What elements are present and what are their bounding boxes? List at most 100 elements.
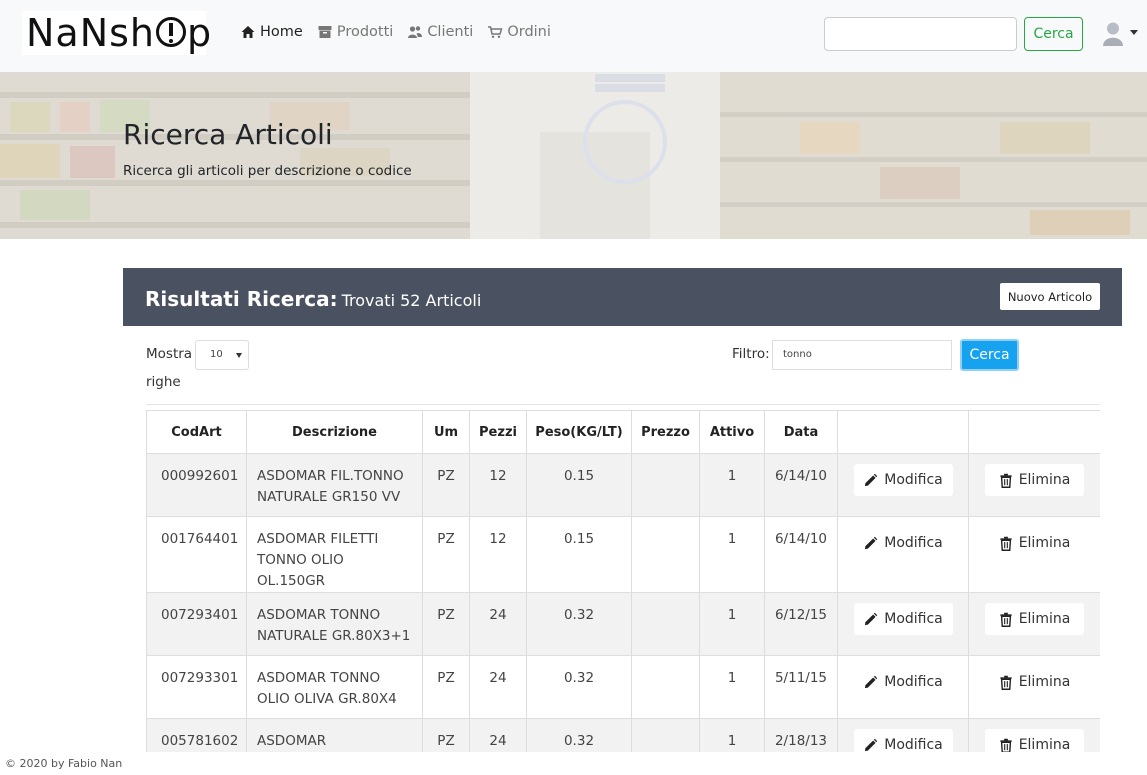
user-menu-caret-icon[interactable]	[1130, 30, 1138, 35]
hero-banner: Ricerca Articoli Ricerca gli articoli pe…	[0, 72, 1147, 239]
delete-button[interactable]: Elimina	[985, 464, 1084, 496]
edit-button-label: Modifica	[884, 673, 943, 690]
cell-peso: 0.32	[526, 718, 632, 752]
cell-pezzi: 12	[469, 453, 527, 517]
edit-button-label: Modifica	[884, 534, 943, 551]
cell-prezzo	[631, 718, 700, 752]
delete-button[interactable]: Elimina	[985, 527, 1084, 559]
cell-codart: 001764401	[146, 516, 247, 593]
results-header: Risultati Ricerca: Trovati 52 Articoli Nu…	[123, 268, 1122, 326]
cell-um: PZ	[422, 516, 470, 593]
filter-input[interactable]: tonno	[772, 340, 952, 370]
table-row: 007293401 ASDOMAR TONNO NATURALE GR.80X3+…	[146, 592, 1100, 656]
col-header-prezzo[interactable]: Prezzo	[631, 410, 700, 454]
users-icon	[408, 26, 423, 38]
cell-descrizione: ASDOMAR FIL.TONNO NATURALE GR150 VV	[246, 453, 423, 517]
delete-button[interactable]: Elimina	[985, 729, 1084, 752]
page-size-label: Mostra	[146, 346, 193, 362]
edit-button-label: Modifica	[884, 610, 943, 627]
cell-prezzo	[631, 453, 700, 517]
cell-delete: Elimina	[968, 516, 1100, 593]
trash-icon	[1000, 675, 1012, 690]
cell-pezzi: 24	[469, 592, 527, 656]
cell-attivo: 1	[699, 592, 765, 656]
articles-table: CodArt Descrizione Um Pezzi Peso(KG/LT) …	[146, 410, 1100, 752]
filter-search-button[interactable]: Cerca	[960, 339, 1019, 371]
cell-peso: 0.32	[526, 655, 632, 719]
main-nav: Home Prodotti Clienti Ordini	[240, 24, 551, 40]
nav-clienti[interactable]: Clienti	[407, 24, 473, 40]
page-size-select[interactable]: 10	[195, 340, 249, 370]
navbar: NaNsh p Home Prodotti Clienti Ordini Cerc…	[0, 0, 1147, 72]
pencil-icon	[865, 473, 878, 486]
cell-delete: Elimina	[968, 592, 1100, 656]
cell-attivo: 1	[699, 718, 765, 752]
logo-exclamation-icon	[156, 17, 187, 47]
edit-button[interactable]: Modifica	[853, 729, 953, 752]
results-title-label: Risultati Ricerca:	[145, 287, 338, 311]
cell-peso: 0.15	[526, 453, 632, 517]
cell-data: 6/14/10	[764, 453, 838, 517]
col-header-pezzi[interactable]: Pezzi	[469, 410, 527, 454]
nav-ordini[interactable]: Ordini	[487, 24, 551, 40]
delete-button-label: Elimina	[1018, 610, 1071, 627]
col-header-attivo[interactable]: Attivo	[699, 410, 765, 454]
col-header-peso[interactable]: Peso(KG/LT)	[526, 410, 632, 454]
edit-button[interactable]: Modifica	[853, 603, 953, 635]
cell-attivo: 1	[699, 655, 765, 719]
nav-home[interactable]: Home	[240, 24, 303, 40]
page-size-value: 10	[210, 349, 223, 360]
cell-um: PZ	[422, 453, 470, 517]
trash-icon	[1000, 473, 1012, 488]
navbar-search-input[interactable]	[824, 17, 1017, 51]
page-subtitle: Ricerca gli articoli per descrizione o c…	[123, 163, 412, 179]
results-title: Risultati Ricerca: Trovati 52 Articoli	[145, 287, 481, 311]
nav-clienti-label: Clienti	[427, 24, 474, 40]
cell-descrizione: ASDOMAR TONNO NATURALE GR.80X3+1	[246, 592, 423, 656]
delete-button-label: Elimina	[1018, 534, 1071, 551]
col-header-um[interactable]: Um	[422, 410, 470, 454]
cell-um: PZ	[422, 718, 470, 752]
cell-data: 6/14/10	[764, 516, 838, 593]
edit-button[interactable]: Modifica	[853, 527, 953, 559]
cell-um: PZ	[422, 592, 470, 656]
col-header-edit	[837, 410, 969, 454]
rows-label: righe	[146, 374, 181, 390]
pencil-icon	[865, 675, 878, 688]
cell-edit: Modifica	[837, 655, 969, 719]
new-article-button[interactable]: Nuovo Articolo	[1000, 283, 1100, 310]
nav-prodotti[interactable]: Prodotti	[317, 24, 393, 40]
user-avatar-icon[interactable]	[1102, 21, 1124, 47]
cell-data: 5/11/15	[764, 655, 838, 719]
trash-icon	[1000, 536, 1012, 551]
divider	[146, 404, 1100, 405]
cell-prezzo	[631, 655, 700, 719]
pencil-icon	[865, 536, 878, 549]
cell-codart: 005781602	[146, 718, 247, 752]
delete-button[interactable]: Elimina	[985, 666, 1084, 698]
cell-edit: Modifica	[837, 516, 969, 593]
delete-button[interactable]: Elimina	[985, 603, 1084, 635]
col-header-data[interactable]: Data	[764, 410, 838, 454]
col-header-delete	[968, 410, 1100, 454]
cell-edit: Modifica	[837, 592, 969, 656]
cell-peso: 0.15	[526, 516, 632, 593]
table-row: 007293301 ASDOMAR TONNO OLIO OLIVA GR.80X…	[146, 655, 1100, 719]
edit-button[interactable]: Modifica	[853, 666, 953, 698]
cell-pezzi: 12	[469, 516, 527, 593]
cell-attivo: 1	[699, 516, 765, 593]
cell-descrizione: ASDOMAR FILETTI TONNO OLIO OL.150GR	[246, 516, 423, 593]
nav-home-label: Home	[260, 24, 303, 40]
cell-pezzi: 24	[469, 655, 527, 719]
cell-codart: 000992601	[146, 453, 247, 517]
cell-pezzi: 24	[469, 718, 527, 752]
col-header-codart[interactable]: CodArt	[146, 410, 247, 454]
brand-logo[interactable]: NaNsh p	[22, 11, 211, 55]
cell-um: PZ	[422, 655, 470, 719]
cell-data: 6/12/15	[764, 592, 838, 656]
table-row: 000992601 ASDOMAR FIL.TONNO NATURALE GR15…	[146, 453, 1100, 517]
cell-prezzo	[631, 592, 700, 656]
edit-button[interactable]: Modifica	[853, 464, 953, 496]
navbar-search-button[interactable]: Cerca	[1024, 17, 1083, 51]
col-header-descrizione[interactable]: Descrizione	[246, 410, 423, 454]
